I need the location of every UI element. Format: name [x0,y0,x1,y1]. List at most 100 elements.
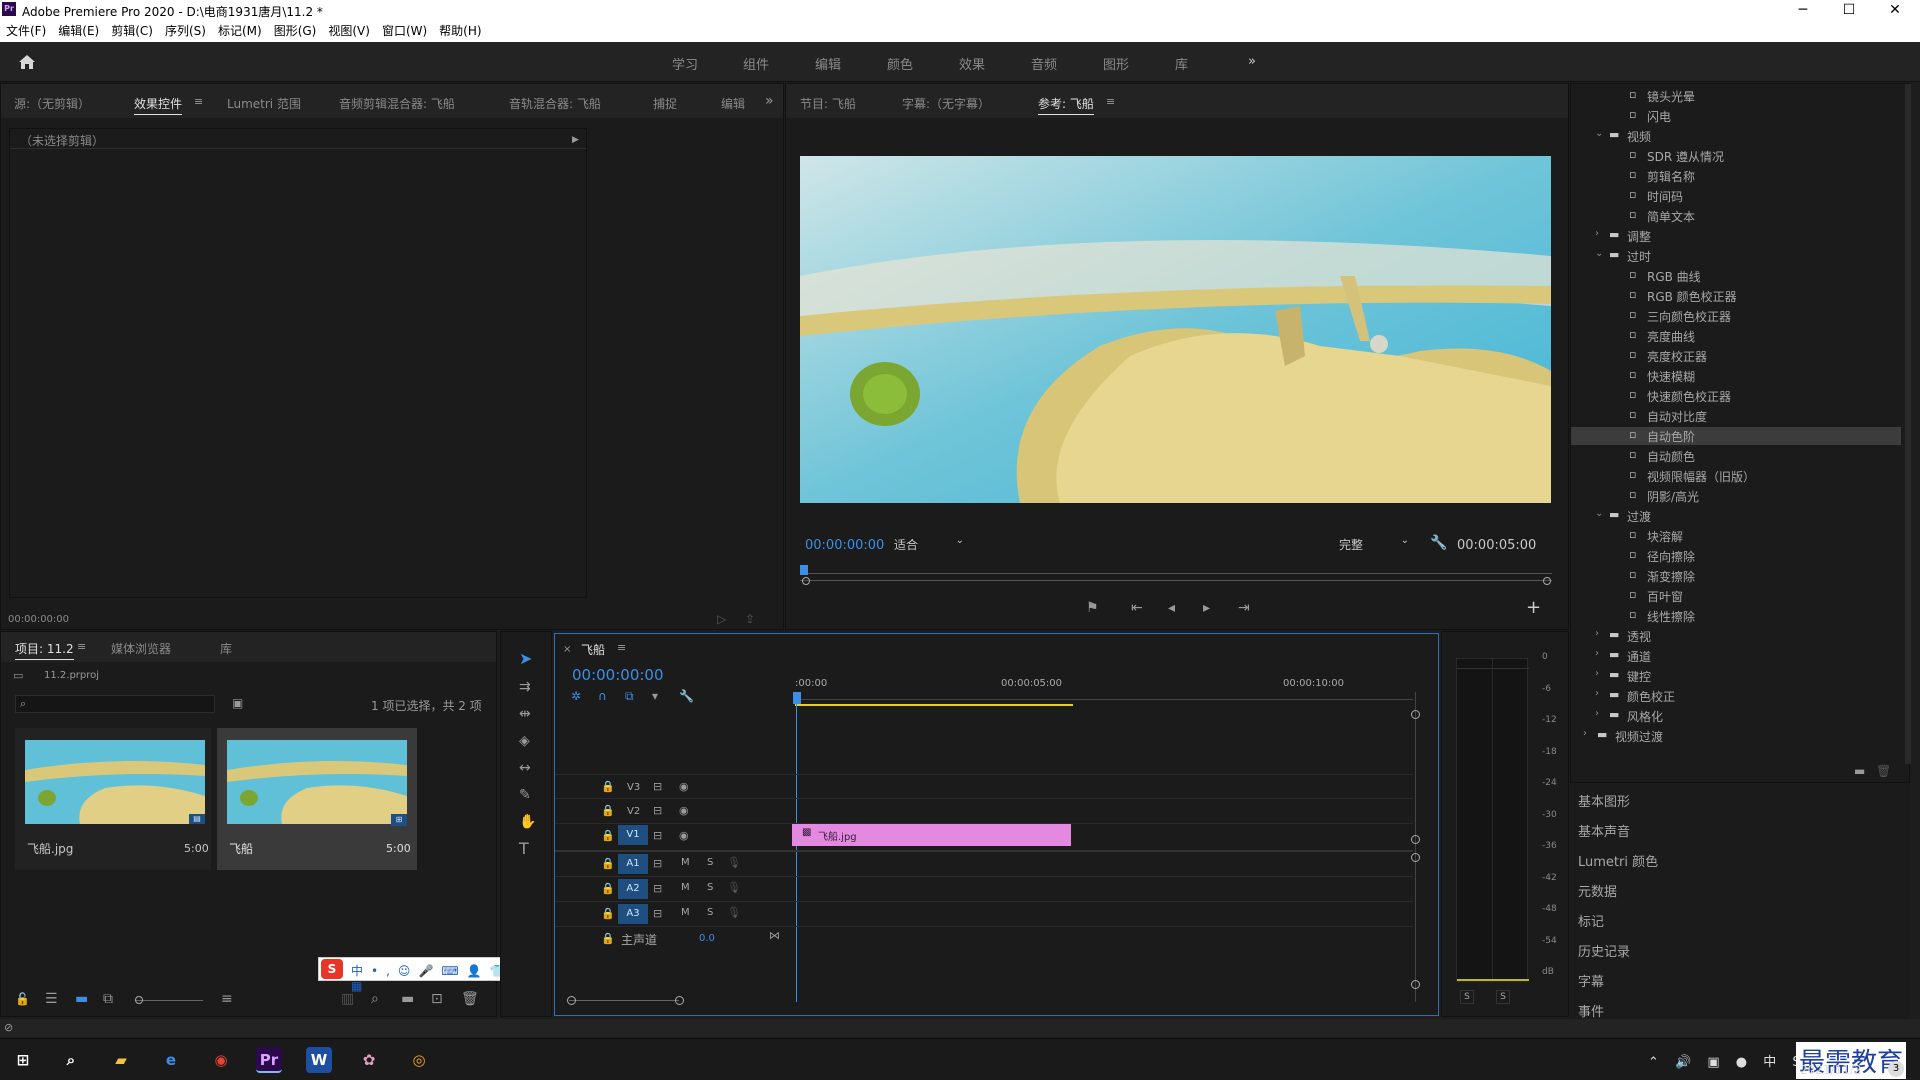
effects-tree-item[interactable]: › ▬ 透视 [1571,627,1901,645]
zoom-slider[interactable] [135,1000,203,1001]
add-marker-icon[interactable]: ▾ [652,689,658,703]
lock-icon[interactable]: 🔒 [601,804,615,818]
panel-events[interactable]: 事件 [1578,1001,1604,1020]
solo-button[interactable]: S [707,882,713,893]
chevron-down-icon[interactable]: ⌄ [1595,248,1603,259]
effects-tree-item[interactable]: ▫ 径向擦除 [1571,547,1901,565]
work-area-bar[interactable] [795,704,1073,706]
wrench-icon[interactable]: 🔧 [1430,536,1447,550]
effects-tree-item[interactable]: › ▬ 通道 [1571,647,1901,665]
effects-tree-item[interactable]: ⌄ ▬ 过渡 [1571,507,1901,525]
notification-badge[interactable]: 3 [1888,1061,1904,1077]
workspace-effects[interactable]: 效果 [959,54,985,73]
workspace-libraries[interactable]: 库 [1175,54,1188,73]
solo-button[interactable]: S [707,857,713,868]
ime-menu-icon[interactable]: ▦ [351,979,370,993]
new-item-icon[interactable]: ⊡ [431,992,443,1006]
effects-tree-item[interactable]: ▫ 镜头光晕 [1571,87,1901,105]
timeline-playhead[interactable] [793,692,801,704]
panel-menu-icon[interactable]: ≡ [77,640,86,654]
workspace-editing[interactable]: 编辑 [815,54,841,73]
minimize-button[interactable]: ─ [1780,0,1826,21]
new-bin-icon[interactable]: ▬ [401,992,414,1006]
hzoom-handle[interactable] [675,996,684,1005]
chevron-right-icon[interactable]: › [1595,668,1599,679]
menu-markers[interactable]: 标记(M) [212,21,268,42]
close-button[interactable]: ✕ [1872,0,1918,21]
effects-tree-item[interactable]: ▫ 百叶窗 [1571,587,1901,605]
track-target-v1[interactable]: V1 [618,825,648,845]
razor-tool-icon[interactable]: ◈ [519,734,530,748]
effects-tree-item[interactable]: ▫ 自动颜色 [1571,447,1901,465]
menu-edit[interactable]: 编辑(E) [52,21,105,42]
master-trim-icon[interactable]: ⋈ [769,929,780,943]
sync-lock-icon[interactable]: ⊟ [653,780,662,794]
menu-clip[interactable]: 剪辑(C) [105,21,159,42]
chevron-right-icon[interactable]: ▶ [572,133,579,147]
tab-lumetri-scopes[interactable]: Lumetri 范围 [227,95,301,112]
file-explorer-icon[interactable]: ▰ [108,1047,134,1073]
list-view-icon[interactable]: ☰ [45,992,58,1006]
sync-lock-icon[interactable]: ⊟ [653,804,662,818]
timeline-tab[interactable]: 飞船 [581,641,605,658]
vzoom-handle[interactable] [1411,835,1420,844]
lock-icon[interactable]: 🔒 [601,932,615,946]
sync-lock-icon[interactable]: ⊟ [653,882,662,896]
fit-dropdown[interactable]: 适合 ⌄ [888,533,968,553]
search-icon[interactable]: ⌕ [58,1047,84,1073]
tab-project[interactable]: 项目: 11.2 [15,640,74,660]
eye-icon[interactable]: ◉ [679,804,689,818]
go-to-in-icon[interactable]: ⇤ [1131,601,1143,615]
chevron-right-icon[interactable]: › [1595,228,1599,239]
effects-tree-item[interactable]: ▫ SDR 遵从情况 [1571,147,1901,165]
chevron-right-icon[interactable]: › [1595,688,1599,699]
step-back-icon[interactable]: ◂ [1168,601,1175,615]
windows-start-icon[interactable]: ⊞ [10,1047,36,1073]
master-volume[interactable]: 0.0 [699,933,715,944]
vzoom-handle[interactable] [1411,710,1420,719]
menu-window[interactable]: 窗口(W) [376,21,433,42]
sync-lock-icon[interactable]: ⊟ [653,857,662,871]
menu-graphics[interactable]: 图形(G) [268,21,323,42]
solo-right-button[interactable]: S [1496,990,1510,1004]
vzoom-handle[interactable] [1411,853,1420,862]
panel-essential-graphics[interactable]: 基本图形 [1578,791,1630,810]
lock-icon[interactable]: 🔒 [601,857,615,871]
panel-captions[interactable]: 字幕 [1578,971,1604,990]
sogou-icon[interactable]: S [321,959,343,979]
project-search-input[interactable]: ⌕ [15,695,215,713]
panel-markers[interactable]: 标记 [1578,911,1604,930]
workspace-overflow-icon[interactable]: » [1248,54,1256,69]
effects-tree-item[interactable]: ▫ 视频限幅器（旧版） [1571,467,1901,485]
effects-tree-item[interactable]: ▫ 简单文本 [1571,207,1901,225]
mic-icon[interactable]: 🎙 [727,856,741,870]
ime-tools[interactable]: 中•,☺🎤⌨👤👕▦ [351,962,525,993]
home-icon[interactable] [18,54,36,70]
program-time-ruler[interactable] [800,564,1552,574]
horizontal-zoom-bar[interactable] [569,1000,679,1001]
mute-button[interactable]: M [681,857,690,868]
maximize-button[interactable]: ☐ [1826,0,1872,21]
tab-audio-track-mixer[interactable]: 音轨混合器: 飞船 [509,95,601,112]
effects-tree-item[interactable]: › ▬ 视频过渡 [1571,727,1901,745]
chevron-right-icon[interactable]: › [1595,648,1599,659]
word-icon[interactable]: W [306,1047,332,1073]
snap-icon[interactable]: ∩ [598,689,607,703]
lock-icon[interactable]: 🔒 [601,907,615,921]
edge-icon[interactable]: e [158,1047,184,1073]
tab-reference[interactable]: 参考: 飞船 [1038,95,1094,115]
panel-history[interactable]: 历史记录 [1578,941,1630,960]
tab-captions[interactable]: 字幕:（无字幕） [902,95,990,112]
automate-icon[interactable]: ▥ [341,992,354,1006]
chevron-down-icon[interactable]: ⌄ [1595,128,1603,139]
panel-menu-icon[interactable]: ≡ [617,641,626,655]
tab-libraries[interactable]: 库 [220,640,232,657]
effects-tree-item[interactable]: ▫ 三向颜色校正器 [1571,307,1901,325]
ime-emoji-icon[interactable]: ☺ [398,964,419,978]
delete-icon[interactable]: 🗑 [1876,764,1891,778]
lock-icon[interactable]: 🔓 [15,992,30,1006]
lock-icon[interactable]: 🔒 [601,780,615,794]
workspace-learn[interactable]: 学习 [672,54,698,73]
zoom-handle-right[interactable] [1543,577,1551,585]
vzoom-handle[interactable] [1411,980,1420,989]
